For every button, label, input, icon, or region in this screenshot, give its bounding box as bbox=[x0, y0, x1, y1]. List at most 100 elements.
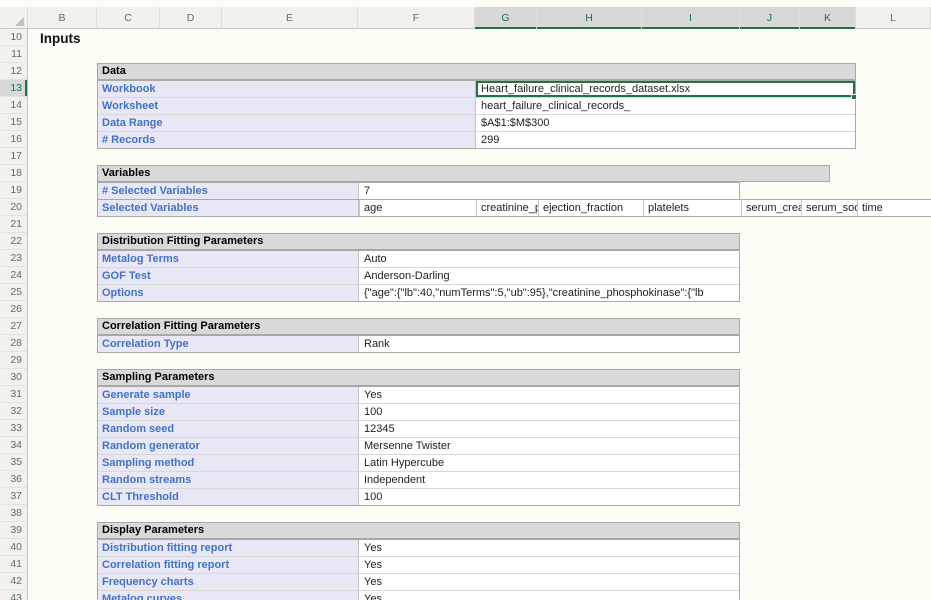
row-header-12[interactable]: 12 bbox=[0, 63, 27, 80]
param-value[interactable]: heart_failure_clinical_records_ bbox=[476, 98, 855, 114]
row-header-30[interactable]: 30 bbox=[0, 369, 27, 386]
param-label[interactable]: GOF Test bbox=[98, 268, 359, 284]
row-header-42[interactable]: 42 bbox=[0, 573, 27, 590]
param-label[interactable]: # Selected Variables bbox=[98, 183, 359, 199]
param-label[interactable]: CLT Threshold bbox=[98, 489, 359, 505]
param-label[interactable]: Correlation fitting report bbox=[98, 557, 359, 573]
row-header-36[interactable]: 36 bbox=[0, 471, 27, 488]
param-value[interactable]: 100 bbox=[359, 489, 739, 505]
selected-cell[interactable]: Heart_failure_clinical_records_dataset.x… bbox=[476, 81, 855, 97]
selection-fill-handle[interactable] bbox=[851, 94, 857, 100]
param-value[interactable]: Mersenne Twister bbox=[359, 438, 739, 454]
param-value[interactable]: {"age":{"lb":40,"numTerms":5,"ub":95},"c… bbox=[359, 285, 739, 301]
section-header-sampling[interactable]: Sampling Parameters bbox=[97, 369, 740, 386]
select-all-corner[interactable] bbox=[0, 7, 28, 29]
row-header-23[interactable]: 23 bbox=[0, 250, 27, 267]
row-header-27[interactable]: 27 bbox=[0, 318, 27, 335]
param-value[interactable]: 100 bbox=[359, 404, 739, 420]
section-header-correlation[interactable]: Correlation Fitting Parameters bbox=[97, 318, 740, 335]
param-label[interactable]: Selected Variables bbox=[98, 200, 359, 216]
selected-variable-cell[interactable]: serum_creatinine bbox=[741, 200, 801, 216]
param-label[interactable]: Data Range bbox=[98, 115, 476, 131]
param-value[interactable]: Yes bbox=[359, 591, 739, 600]
row-header-21[interactable]: 21 bbox=[0, 216, 27, 233]
row-header-38[interactable]: 38 bbox=[0, 505, 27, 522]
column-header-B[interactable]: B bbox=[28, 7, 97, 29]
row-header-35[interactable]: 35 bbox=[0, 454, 27, 471]
selected-variable-cell[interactable]: time bbox=[857, 200, 931, 216]
row-header-10[interactable]: 10 bbox=[0, 29, 27, 46]
row-header-22[interactable]: 22 bbox=[0, 233, 27, 250]
param-value[interactable]: Yes bbox=[359, 540, 739, 556]
row-header-43[interactable]: 43 bbox=[0, 590, 27, 600]
param-label[interactable]: Random streams bbox=[98, 472, 359, 488]
param-value[interactable]: 7 bbox=[359, 183, 739, 199]
param-label[interactable]: Options bbox=[98, 285, 359, 301]
row-header-29[interactable]: 29 bbox=[0, 352, 27, 369]
column-header-J[interactable]: J bbox=[740, 7, 800, 29]
section-header-distribution[interactable]: Distribution Fitting Parameters bbox=[97, 233, 740, 250]
param-label[interactable]: # Records bbox=[98, 132, 476, 148]
row-header-14[interactable]: 14 bbox=[0, 97, 27, 114]
selected-variable-cell[interactable]: serum_sodium bbox=[801, 200, 857, 216]
column-header-F[interactable]: F bbox=[358, 7, 475, 29]
selected-variable-cell[interactable]: age bbox=[359, 200, 476, 216]
param-label[interactable]: Sampling method bbox=[98, 455, 359, 471]
section-header-variables[interactable]: Variables bbox=[97, 165, 830, 182]
selected-variable-cell[interactable]: ejection_fraction bbox=[538, 200, 643, 216]
param-value[interactable]: Independent bbox=[359, 472, 739, 488]
row-header-28[interactable]: 28 bbox=[0, 335, 27, 352]
param-label[interactable]: Metalog curves bbox=[98, 591, 359, 600]
row-header-17[interactable]: 17 bbox=[0, 148, 27, 165]
param-value[interactable]: Auto bbox=[359, 251, 739, 267]
param-label[interactable]: Random generator bbox=[98, 438, 359, 454]
param-value[interactable]: Yes bbox=[359, 574, 739, 590]
param-value[interactable]: 12345 bbox=[359, 421, 739, 437]
row-header-32[interactable]: 32 bbox=[0, 403, 27, 420]
column-header-C[interactable]: C bbox=[97, 7, 160, 29]
column-header-G[interactable]: G bbox=[475, 7, 537, 29]
selected-variable-cell[interactable]: platelets bbox=[643, 200, 741, 216]
param-value[interactable]: Yes bbox=[359, 387, 739, 403]
param-value[interactable]: Yes bbox=[359, 557, 739, 573]
param-label[interactable]: Workbook bbox=[98, 81, 476, 97]
row-header-24[interactable]: 24 bbox=[0, 267, 27, 284]
param-value[interactable]: Rank bbox=[359, 336, 739, 352]
param-value[interactable]: 299 bbox=[476, 132, 855, 148]
param-label[interactable]: Sample size bbox=[98, 404, 359, 420]
row-header-19[interactable]: 19 bbox=[0, 182, 27, 199]
param-label[interactable]: Distribution fitting report bbox=[98, 540, 359, 556]
column-header-D[interactable]: D bbox=[160, 7, 222, 29]
param-value[interactable]: $A$1:$M$300 bbox=[476, 115, 855, 131]
row-header-11[interactable]: 11 bbox=[0, 46, 27, 63]
param-value[interactable]: Anderson-Darling bbox=[359, 268, 739, 284]
column-header-E[interactable]: E bbox=[222, 7, 358, 29]
section-header-display[interactable]: Display Parameters bbox=[97, 522, 740, 539]
row-header-41[interactable]: 41 bbox=[0, 556, 27, 573]
row-header-31[interactable]: 31 bbox=[0, 386, 27, 403]
row-header-25[interactable]: 25 bbox=[0, 284, 27, 301]
row-header-18[interactable]: 18 bbox=[0, 165, 27, 182]
column-header-I[interactable]: I bbox=[642, 7, 740, 29]
param-label[interactable]: Worksheet bbox=[98, 98, 476, 114]
row-header-37[interactable]: 37 bbox=[0, 488, 27, 505]
selected-variable-cell[interactable]: creatinine_phosphokinase bbox=[476, 200, 538, 216]
param-value[interactable]: Latin Hypercube bbox=[359, 455, 739, 471]
row-header-16[interactable]: 16 bbox=[0, 131, 27, 148]
row-header-20[interactable]: 20 bbox=[0, 199, 27, 216]
param-label[interactable]: Frequency charts bbox=[98, 574, 359, 590]
row-header-13[interactable]: 13 bbox=[0, 80, 27, 97]
column-header-K[interactable]: K bbox=[800, 7, 856, 29]
column-header-H[interactable]: H bbox=[537, 7, 642, 29]
row-header-34[interactable]: 34 bbox=[0, 437, 27, 454]
section-header-data[interactable]: Data bbox=[97, 63, 856, 80]
param-label[interactable]: Random seed bbox=[98, 421, 359, 437]
row-header-39[interactable]: 39 bbox=[0, 522, 27, 539]
param-label[interactable]: Metalog Terms bbox=[98, 251, 359, 267]
row-header-33[interactable]: 33 bbox=[0, 420, 27, 437]
param-label[interactable]: Generate sample bbox=[98, 387, 359, 403]
row-header-26[interactable]: 26 bbox=[0, 301, 27, 318]
column-header-L[interactable]: L bbox=[856, 7, 931, 29]
row-header-40[interactable]: 40 bbox=[0, 539, 27, 556]
row-header-15[interactable]: 15 bbox=[0, 114, 27, 131]
